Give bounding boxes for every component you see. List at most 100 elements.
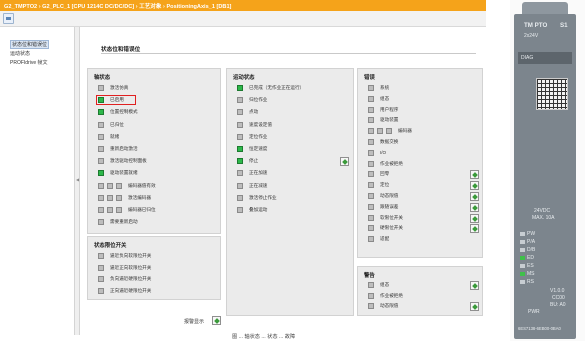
- sidebar-item-motion-status[interactable]: 运动状态: [10, 50, 30, 57]
- status-label: 逼近正向软限位开关: [110, 264, 152, 270]
- collapse-arrow-icon: ◀: [76, 177, 80, 182]
- status-row: 跟随误差: [368, 203, 468, 211]
- status-row: 硬限位开关: [368, 225, 468, 232]
- module-led-label: D/B: [527, 247, 536, 253]
- status-led-icon: [98, 158, 104, 165]
- module-led-icon: [520, 240, 525, 244]
- status-led-icon: [98, 121, 104, 128]
- status-label: 叠加运动: [249, 207, 268, 212]
- status-led-icon: [368, 214, 374, 221]
- status-row: 速度设定值: [237, 121, 338, 129]
- module-led-label: ED: [527, 255, 534, 261]
- module-rating-current: MAX. 10A: [532, 215, 555, 221]
- status-row: 驱动装置就绪: [98, 170, 206, 177]
- status-label: 正向逼近硬限位开关: [110, 287, 152, 293]
- module-pwr: PWR: [528, 309, 540, 315]
- pane-splitter[interactable]: ◀: [75, 27, 80, 335]
- group-title: 警告: [364, 273, 375, 279]
- module-led-label: PW: [527, 231, 536, 237]
- status-label: 激活仿真: [110, 85, 129, 90]
- sidebar: 状态位和错误位 运动状态 PROFIdrive 帧文: [0, 27, 75, 335]
- status-row: 恒定速度: [237, 146, 338, 153]
- status-led-icon: [237, 97, 243, 104]
- status-detail-button[interactable]: [470, 302, 479, 311]
- sidebar-item-profidrive-frame[interactable]: PROFIdrive 帧文: [10, 59, 48, 66]
- module-led-icon: [520, 248, 525, 252]
- module-led-label: MS: [527, 271, 535, 277]
- status-led-icon: [368, 236, 374, 243]
- status-row: 定位作业: [237, 133, 338, 141]
- module-article-number: 6ES7138-6EB00-0BA0: [518, 326, 561, 331]
- status-led-icon: [368, 203, 374, 210]
- status-led-icon: [237, 85, 243, 91]
- status-led-icon: [368, 139, 374, 145]
- status-label: 动态限值: [380, 303, 399, 308]
- status-led-icon: [368, 106, 374, 113]
- status-detail-button[interactable]: [470, 192, 479, 201]
- status-row: 正在减速: [237, 182, 338, 190]
- status-row: 归位作业: [237, 97, 338, 104]
- status-detail-button[interactable]: [340, 157, 349, 167]
- status-led-icon: [368, 225, 374, 232]
- status-label: 归位作业: [249, 97, 268, 103]
- status-led-icon: [116, 182, 122, 189]
- status-led-icon: [116, 207, 122, 213]
- status-row: 已归位: [98, 121, 206, 129]
- status-led-icon: [116, 194, 122, 201]
- status-label: 跟随误差: [380, 203, 399, 209]
- status-label: 激活停止作业: [249, 194, 277, 200]
- axis-status-group: 轴状态 激活仿真 已启用 位置控制模式 已归位 就绪 重新启动激活 激活驱动控制面板 驱动装置…: [87, 68, 221, 234]
- status-label: 就绪: [110, 133, 120, 139]
- status-label: 已完成（无作业正在运行）: [249, 85, 305, 90]
- status-row: I/O: [368, 149, 468, 157]
- status-row: 需要重新启动: [98, 219, 206, 226]
- status-row: 激活停止作业: [237, 194, 338, 202]
- status-led-icon: [98, 287, 104, 294]
- status-row: 激活驱动控制面板: [98, 158, 206, 165]
- status-label: 动态限值: [380, 193, 399, 198]
- toolbar: [0, 11, 486, 27]
- status-label: 逼近负向软限位开关: [110, 253, 152, 258]
- alarm-display-label: 报警显示: [184, 319, 205, 325]
- status-led-icon: [98, 182, 104, 189]
- status-led-icon: [237, 207, 243, 213]
- diagnostics-view-icon[interactable]: [3, 13, 14, 24]
- status-label: 位置控制模式: [110, 109, 138, 115]
- status-row: 数据交换: [368, 139, 468, 146]
- status-label: 恒定速度: [249, 146, 268, 151]
- qr-code: [536, 78, 568, 110]
- status-led-icon: [368, 193, 374, 199]
- status-label: 激活驱动控制面板: [110, 158, 147, 164]
- status-detail-button[interactable]: [470, 170, 479, 180]
- status-label: 组态: [380, 282, 390, 287]
- tm-pto-module-photo: TM PTO S1 2x24V DIAG 24VDC MAX. 10A PW P/…: [510, 0, 585, 341]
- status-detail-button[interactable]: [470, 213, 479, 223]
- status-row: 作业被拒绝: [368, 160, 468, 168]
- status-row: 动态限值: [368, 193, 468, 200]
- status-detail-button[interactable]: [470, 281, 479, 290]
- status-led-icon: [98, 109, 104, 116]
- status-row: 定位: [368, 182, 468, 189]
- status-row: 编码器已归位: [98, 207, 206, 214]
- status-label: 编码器: [398, 128, 412, 134]
- status-detail-button[interactable]: [470, 202, 479, 212]
- status-row: 适配: [368, 236, 468, 243]
- status-row: 已启用: [96, 95, 206, 106]
- module-channels: S1: [560, 22, 568, 29]
- status-detail-button[interactable]: [470, 224, 479, 234]
- sidebar-item-status-and-error-bits[interactable]: 状态位和错误位: [10, 40, 50, 49]
- status-row: 动态限值: [368, 303, 468, 310]
- status-detail-button[interactable]: [470, 181, 479, 191]
- status-led-icon: [237, 121, 243, 128]
- status-row: 点动: [237, 109, 338, 116]
- status-led-icon: [368, 182, 374, 189]
- limit-switch-group: 状态限位开关 逼近负向软限位开关 逼近正向软限位开关 负向逼近硬限位开关 正向逼近硬限…: [87, 236, 221, 300]
- alarm-display-button[interactable]: [212, 316, 221, 325]
- status-led-icon: [368, 171, 374, 178]
- status-led-icon: [368, 160, 374, 167]
- status-label: 驱动装置就绪: [110, 170, 138, 176]
- status-label: 定位作业: [249, 133, 268, 139]
- status-label: I/O: [380, 149, 387, 155]
- status-row: 正向逼近硬限位开关: [98, 287, 206, 295]
- status-led-icon: [107, 207, 113, 213]
